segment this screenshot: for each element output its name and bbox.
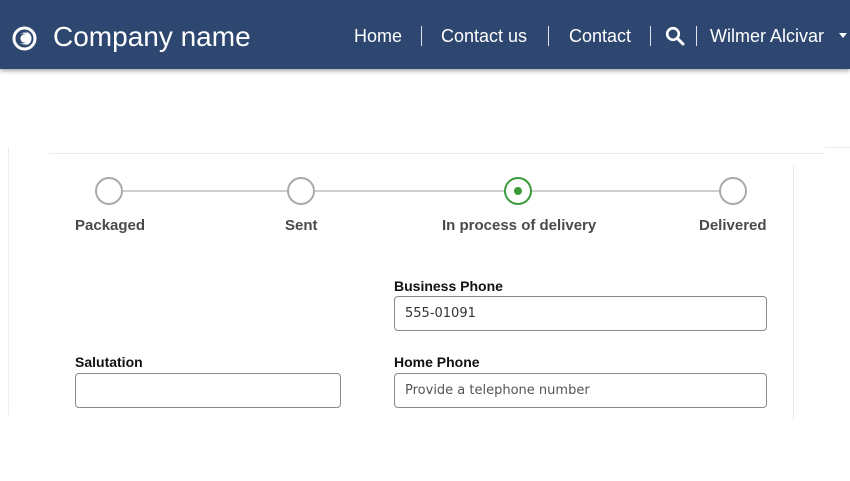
top-navigation-bar: Company name Home Contact us Contact Wil… (0, 0, 850, 69)
progress-connector (532, 190, 719, 192)
user-menu-name[interactable]: Wilmer Alcivar (710, 25, 824, 47)
card-border-top (49, 153, 825, 154)
nav-link-home[interactable]: Home (354, 25, 402, 47)
nav-separator (650, 26, 651, 46)
card-border-top (825, 147, 850, 148)
step-delivered-indicator (719, 177, 747, 205)
step-sent-indicator (287, 177, 315, 205)
business-phone-field[interactable] (394, 296, 767, 331)
nav-separator (548, 26, 549, 46)
step-label-packaged: Packaged (75, 217, 146, 234)
step-label-sent: Sent (285, 217, 318, 234)
circle-logo-icon[interactable] (12, 26, 37, 51)
progress-connector (123, 190, 287, 192)
business-phone-label: Business Phone (394, 278, 503, 294)
step-label-in-process: In process of delivery (442, 217, 597, 234)
nav-separator (696, 26, 697, 46)
step-label-delivered: Delivered (699, 217, 767, 234)
nav-link-contact[interactable]: Contact (569, 25, 631, 47)
company-name[interactable]: Company name (53, 20, 251, 54)
nav-separator (421, 26, 422, 46)
salutation-field[interactable] (75, 373, 341, 408)
search-icon[interactable] (665, 26, 685, 46)
step-packaged-indicator (95, 177, 123, 205)
progress-connector (315, 190, 504, 192)
nav-link-contact-us[interactable]: Contact us (441, 25, 527, 47)
salutation-label: Salutation (75, 354, 143, 370)
card-border-right (793, 165, 794, 420)
home-phone-label: Home Phone (394, 354, 480, 370)
chevron-down-icon[interactable] (839, 33, 847, 38)
home-phone-field[interactable] (394, 373, 767, 408)
card-border-left (8, 147, 9, 415)
step-in-process-indicator (504, 177, 532, 205)
